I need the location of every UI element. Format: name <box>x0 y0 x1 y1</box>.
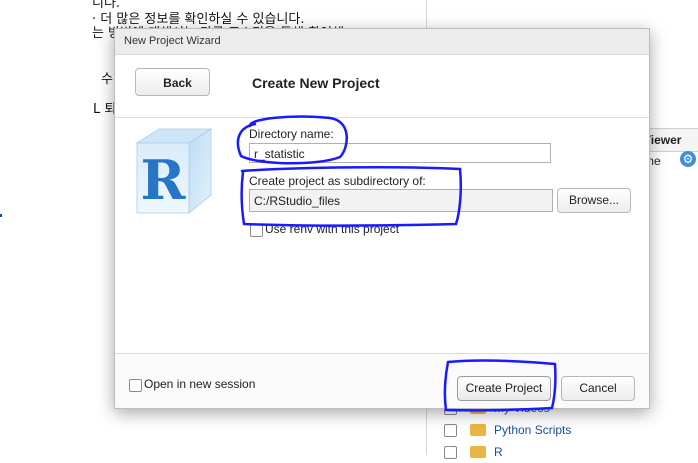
divider <box>115 117 649 118</box>
directory-name-label: Directory name: <box>249 127 334 141</box>
cancel-button[interactable]: Cancel <box>561 376 635 401</box>
back-button-label: Back <box>163 76 192 90</box>
checkbox[interactable] <box>444 424 457 437</box>
doc-line: 수 <box>101 72 113 87</box>
back-button[interactable]: Back <box>135 68 210 96</box>
page-title: Create New Project <box>252 75 380 91</box>
dialog-titlebar[interactable]: New Project Wizard <box>115 29 649 55</box>
new-session-checkbox[interactable] <box>129 379 142 392</box>
file-name[interactable]: R <box>494 441 503 463</box>
renv-checkbox[interactable] <box>250 224 263 237</box>
browse-button[interactable]: Browse... <box>557 188 631 213</box>
gear-icon[interactable]: ⚙ <box>680 151 696 167</box>
create-project-button[interactable]: Create Project <box>457 376 551 401</box>
svg-text:R: R <box>141 148 187 212</box>
doc-line: L 퇴 <box>93 102 117 117</box>
file-row[interactable]: R <box>440 441 698 463</box>
file-name[interactable]: Python Scripts <box>494 419 571 441</box>
doc-marker <box>0 214 2 217</box>
directory-name-input[interactable]: r_statistic <box>249 143 551 163</box>
new-project-dialog: New Project Wizard Back Create New Proje… <box>114 28 650 409</box>
checkbox[interactable] <box>444 446 457 459</box>
dialog-title: New Project Wizard <box>124 35 221 47</box>
renv-checkbox-label[interactable]: Use renv with this project <box>265 222 399 236</box>
folder-icon <box>470 424 486 436</box>
subdirectory-path-field[interactable]: C:/RStudio_files <box>249 189 553 212</box>
subdirectory-label: Create project as subdirectory of: <box>249 174 426 188</box>
new-session-label[interactable]: Open in new session <box>144 377 255 391</box>
folder-icon <box>470 446 486 458</box>
file-row[interactable]: Python Scripts <box>440 419 698 441</box>
r-logo-icon: R <box>135 128 213 214</box>
